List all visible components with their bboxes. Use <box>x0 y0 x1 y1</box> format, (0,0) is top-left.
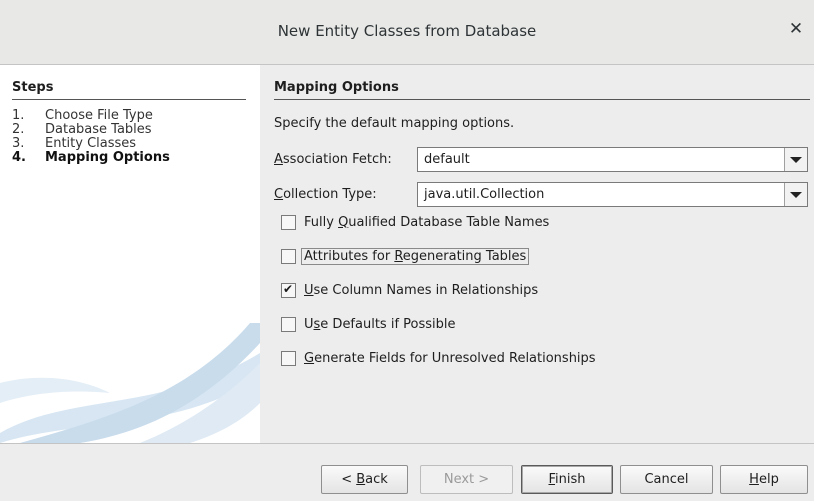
description-text: Specify the default mapping options. <box>274 116 515 131</box>
checkbox-box[interactable] <box>281 248 296 264</box>
steps-heading: Steps <box>12 80 246 100</box>
column-names-relationships-checkbox[interactable]: Use Column Names in Relationships <box>281 281 540 299</box>
dialog-title: New Entity Classes from Database <box>277 22 537 40</box>
mapping-options-panel: Mapping Options Specify the default mapp… <box>260 65 814 443</box>
close-icon[interactable]: ✕ <box>786 19 806 39</box>
next-button[interactable]: Next > <box>420 465 513 494</box>
checkbox-label: Use Defaults if Possible <box>304 316 456 332</box>
finish-button[interactable]: Finish <box>521 465 613 494</box>
step-item: 2. Database Tables <box>12 123 170 137</box>
cancel-button[interactable]: Cancel <box>620 465 713 494</box>
association-fetch-select[interactable]: default <box>417 147 808 172</box>
label-text: ollection Type: <box>283 187 377 202</box>
step-label: Mapping Options <box>45 150 170 165</box>
section-heading: Mapping Options <box>274 80 810 100</box>
fully-qualified-names-checkbox[interactable]: Fully Qualified Database Table Names <box>281 213 551 231</box>
wizard-decoration-graphic <box>0 323 260 443</box>
collection-type-label: Collection Type: <box>274 187 377 202</box>
steps-list: 1. Choose File Type 2. Database Tables 3. E… <box>12 109 170 165</box>
step-item: 3. Entity Classes <box>12 137 170 151</box>
back-button[interactable]: < Back <box>321 465 408 494</box>
step-item-current: 4. Mapping Options <box>12 151 170 165</box>
step-item: 1. Choose File Type <box>12 109 170 123</box>
regenerating-tables-checkbox[interactable]: Attributes for Regenerating Tables <box>281 247 530 265</box>
checkbox-label: Attributes for Regenerating Tables <box>300 247 530 265</box>
collection-type-select[interactable]: java.util.Collection <box>417 182 808 207</box>
chevron-down-icon[interactable] <box>784 183 807 206</box>
step-label: Database Tables <box>45 122 152 137</box>
step-number: 3. <box>12 136 25 151</box>
step-number: 2. <box>12 122 25 137</box>
steps-panel: Steps 1. Choose File Type 2. Database Tabl… <box>0 65 260 443</box>
label-text: ssociation Fetch: <box>282 152 392 167</box>
checkbox-box-checked[interactable] <box>281 282 296 298</box>
checkbox-label: Fully Qualified Database Table Names <box>304 214 550 230</box>
footer-divider <box>0 443 814 444</box>
step-label: Entity Classes <box>45 136 137 151</box>
association-fetch-label: Association Fetch: <box>274 152 392 167</box>
checkbox-label: Generate Fields for Unresolved Relations… <box>304 350 596 366</box>
generate-fields-checkbox[interactable]: Generate Fields for Unresolved Relations… <box>281 349 598 367</box>
help-button[interactable]: Help <box>720 465 808 494</box>
use-defaults-checkbox[interactable]: Use Defaults if Possible <box>281 315 458 333</box>
checkbox-box[interactable] <box>281 350 296 366</box>
select-value: java.util.Collection <box>424 187 545 202</box>
title-bar: New Entity Classes from Database ✕ <box>0 0 814 65</box>
step-label: Choose File Type <box>45 108 153 123</box>
checkbox-box[interactable] <box>281 316 296 332</box>
chevron-down-icon[interactable] <box>784 148 807 171</box>
mnemonic: C <box>274 187 284 202</box>
select-value: default <box>424 152 470 167</box>
step-number: 1. <box>12 108 25 123</box>
checkbox-box[interactable] <box>281 214 296 230</box>
checkbox-label: Use Column Names in Relationships <box>304 282 539 298</box>
step-number: 4. <box>12 150 26 165</box>
mnemonic: A <box>274 152 283 167</box>
